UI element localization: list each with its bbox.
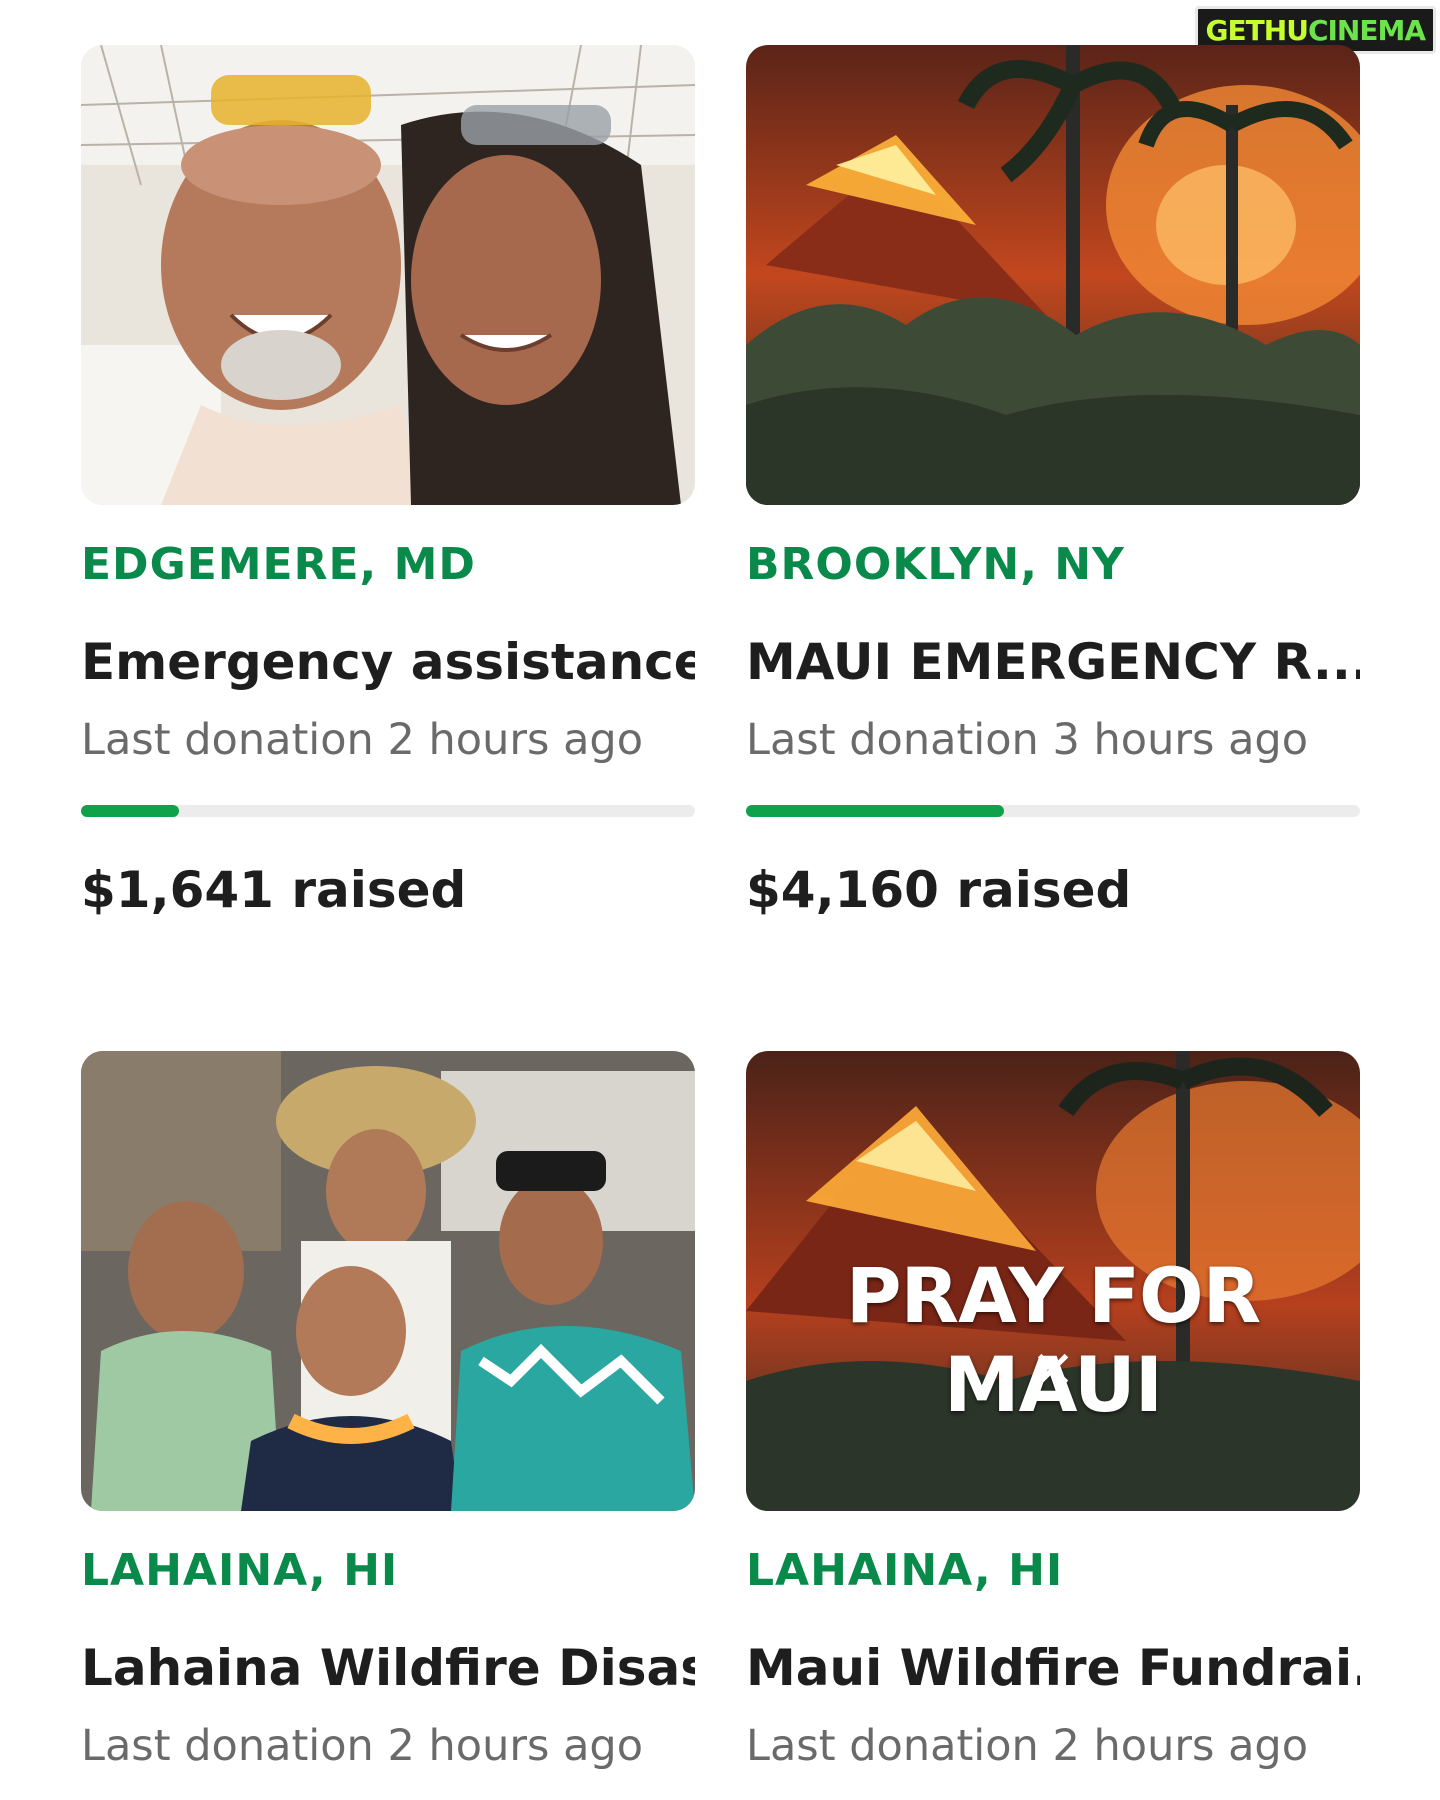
fundraiser-location: LAHAINA, HI — [746, 1545, 1064, 1596]
progress-fill — [746, 805, 1004, 817]
fundraiser-image-fire[interactable] — [746, 45, 1360, 505]
last-donation-text: Last donation 2 hours ago — [746, 1721, 1309, 1771]
fundraiser-title[interactable]: MAUI EMERGENCY R... — [746, 633, 1360, 691]
fundraiser-image-pray-for-maui[interactable]: PRAY FOR MAUI ✕ — [746, 1051, 1360, 1511]
fundraiser-card[interactable]: LAHAINA, HI Lahaina Wildfire Disas... La… — [81, 1051, 695, 1771]
fundraiser-location: EDGEMERE, MD — [81, 539, 476, 590]
fundraiser-card[interactable]: EDGEMERE, MD Emergency assistance... Las… — [81, 45, 695, 919]
fundraiser-location: LAHAINA, HI — [81, 1545, 399, 1596]
image-overlay-text: PRAY FOR MAUI — [845, 1251, 1261, 1429]
fundraiser-card[interactable]: PRAY FOR MAUI ✕ LAHAINA, HI Maui Wildfir… — [746, 1051, 1360, 1771]
watermark-part2: CINEMA — [1307, 13, 1426, 47]
last-donation-text: Last donation 3 hours ago — [746, 715, 1309, 765]
fundraiser-title[interactable]: Lahaina Wildfire Disas... — [81, 1639, 695, 1697]
amount-raised: $1,641 raised — [81, 861, 467, 919]
x-logo-icon: ✕ — [1031, 1341, 1075, 1401]
amount-raised: $4,160 raised — [746, 861, 1132, 919]
fundraiser-image-couple[interactable] — [81, 45, 695, 505]
progress-bar — [746, 805, 1360, 817]
last-donation-text: Last donation 2 hours ago — [81, 715, 644, 765]
fundraiser-title[interactable]: Emergency assistance... — [81, 633, 695, 691]
progress-fill — [81, 805, 180, 817]
last-donation-text: Last donation 2 hours ago — [81, 1721, 644, 1771]
fundraiser-card[interactable]: BROOKLYN, NY MAUI EMERGENCY R... Last do… — [746, 45, 1360, 919]
fundraiser-image-family[interactable] — [81, 1051, 695, 1511]
watermark-part1: GETHU — [1205, 13, 1309, 47]
progress-bar — [81, 805, 695, 817]
fundraiser-title[interactable]: Maui Wildfire Fundrai... — [746, 1639, 1360, 1697]
fundraiser-location: BROOKLYN, NY — [746, 539, 1125, 590]
